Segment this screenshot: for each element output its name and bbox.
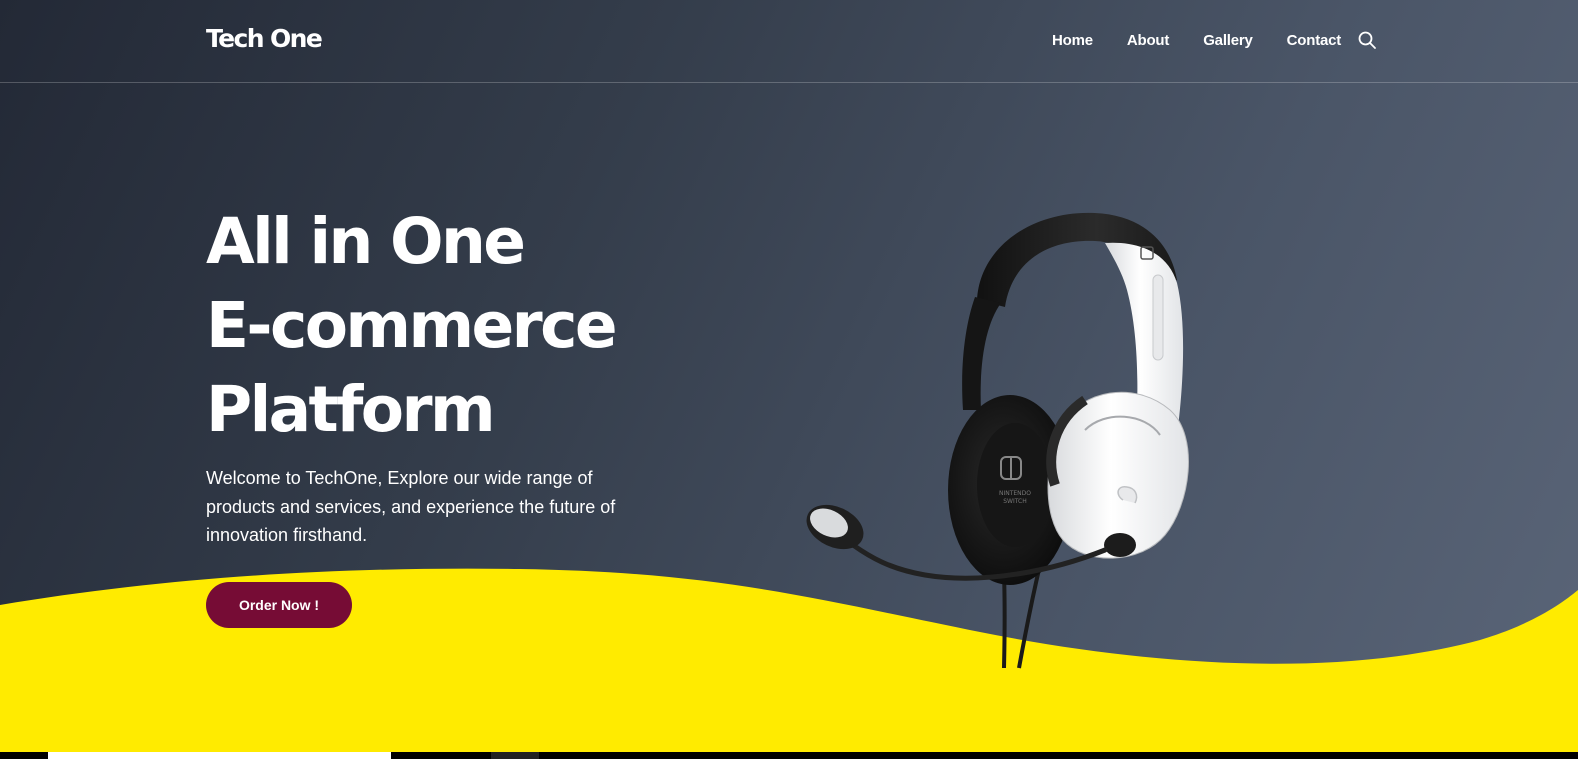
hero-title: All in One E-commerce Platform xyxy=(206,200,726,452)
svg-text:SWITCH: SWITCH xyxy=(1003,498,1027,505)
brand-logo[interactable]: Tech One xyxy=(206,24,323,53)
nav-link-gallery[interactable]: Gallery xyxy=(1203,32,1253,49)
next-section-edge xyxy=(0,752,1578,759)
main-nav: Home About Gallery Contact xyxy=(1052,31,1377,49)
hero-title-line: Platform xyxy=(206,373,496,446)
gaming-headset-image: NINTENDO SWITCH xyxy=(806,212,1189,669)
nav-link-contact[interactable]: Contact xyxy=(1287,32,1342,49)
nav-link-home[interactable]: Home xyxy=(1052,32,1093,49)
nav-link-about[interactable]: About xyxy=(1127,32,1170,49)
hero-description: Welcome to TechOne, Explore our wide ran… xyxy=(206,468,616,545)
order-now-button[interactable]: Order Now ! xyxy=(206,582,352,628)
svg-text:NINTENDO: NINTENDO xyxy=(999,490,1031,497)
search-icon[interactable] xyxy=(1357,30,1377,50)
next-section-block xyxy=(491,752,539,759)
landing-page: Tech One Home About Gallery Contact All … xyxy=(0,0,1578,759)
site-header: Tech One Home About Gallery Contact xyxy=(0,0,1578,83)
hero-title-line: All in One xyxy=(206,205,526,278)
hero-title-line: E-commerce xyxy=(206,289,618,362)
next-section-block xyxy=(48,752,391,759)
